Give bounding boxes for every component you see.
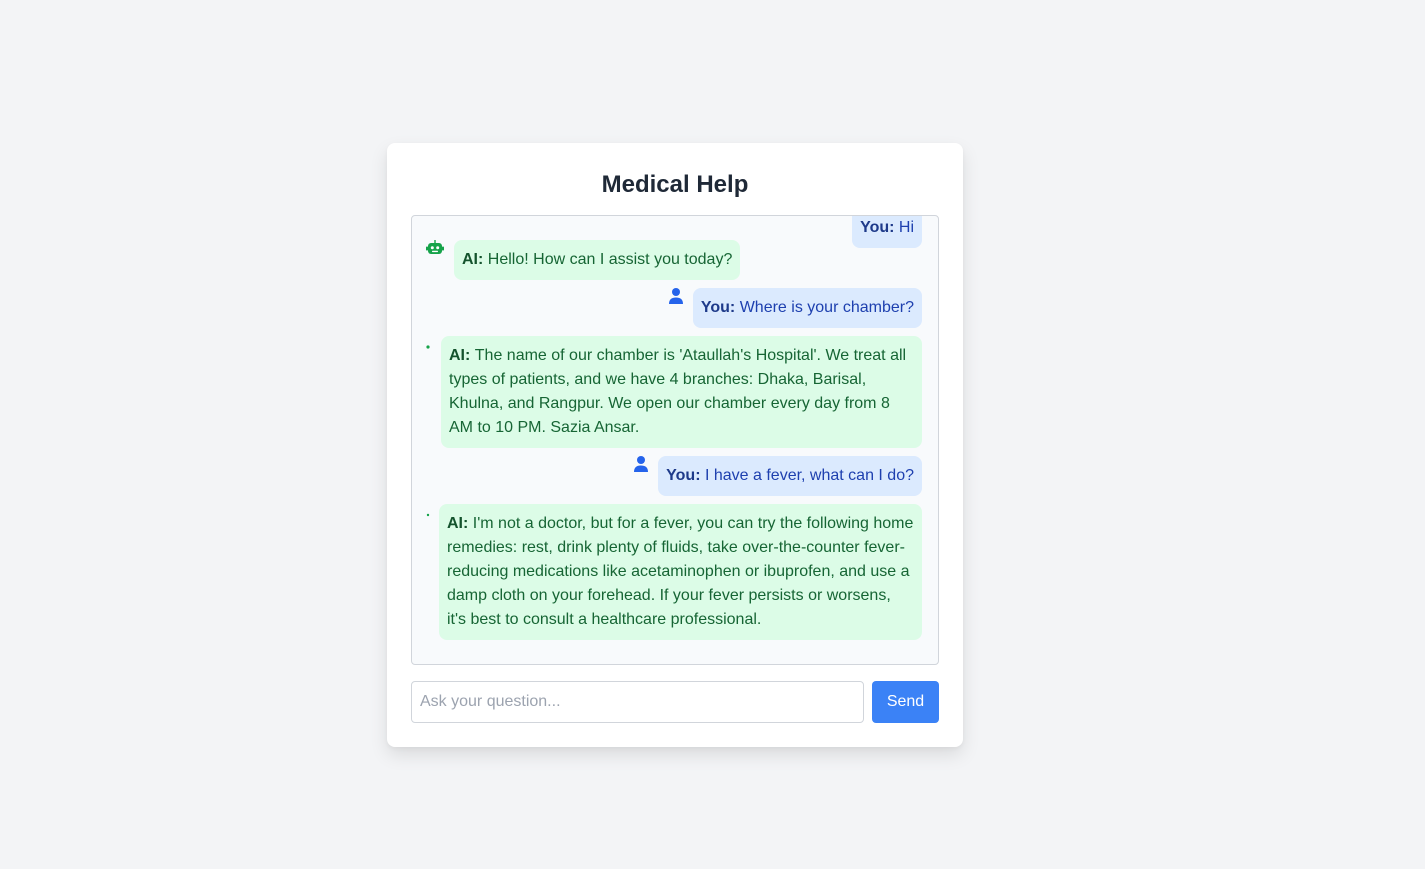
message-text: Hello! How can I assist you today? — [487, 251, 733, 268]
user-icon — [634, 456, 649, 477]
ai-bubble: AI: Hello! How can I assist you today? — [454, 240, 741, 280]
ai-bubble: AI: The name of our chamber is 'Ataullah… — [441, 336, 922, 448]
question-input[interactable] — [411, 681, 864, 723]
speaker-label: AI: — [462, 251, 488, 268]
question-form: Send — [411, 681, 939, 723]
chat-message-ai: AI: Hello! How can I assist you today? — [426, 240, 741, 280]
user-icon — [668, 288, 683, 309]
speaker-label: AI: — [447, 515, 473, 532]
chat-history[interactable]: You: Hi AI: Hello! How can I assist you … — [411, 215, 939, 665]
chat-message-user: You: Hi — [852, 216, 922, 248]
speaker-label: You: — [666, 467, 705, 484]
speaker-label: You: — [700, 299, 740, 316]
send-button[interactable]: Send — [872, 681, 939, 723]
message-text: I'm not a doctor, but for a fever, you c… — [447, 515, 914, 628]
message-text: The name of our chamber is 'Ataullah's H… — [449, 347, 907, 436]
speaker-label: AI: — [449, 347, 475, 364]
robot-icon — [426, 336, 430, 354]
ai-bubble: AI: I'm not a doctor, but for a fever, y… — [439, 504, 922, 640]
chat-message-ai: AI: I'm not a doctor, but for a fever, y… — [426, 504, 922, 640]
user-bubble: You: I have a fever, what can I do? — [658, 456, 922, 496]
user-bubble: You: Hi — [852, 216, 922, 248]
speaker-label: You: — [860, 219, 899, 236]
message-text: I have a fever, what can I do? — [704, 467, 914, 484]
robot-icon — [426, 504, 430, 522]
message-text: Hi — [898, 219, 914, 236]
chat-message-user: You: I have a fever, what can I do? — [634, 456, 922, 496]
user-bubble: You: Where is your chamber? — [692, 288, 922, 328]
page-title: Medical Help — [601, 171, 749, 198]
robot-icon — [426, 240, 444, 261]
chat-message-ai: AI: The name of our chamber is 'Ataullah… — [426, 336, 922, 448]
chat-card: Medical Help You: Hi AI: Hello! How can … — [387, 143, 963, 747]
chat-message-user: You: Where is your chamber? — [668, 288, 922, 328]
message-text: Where is your chamber? — [739, 299, 914, 316]
